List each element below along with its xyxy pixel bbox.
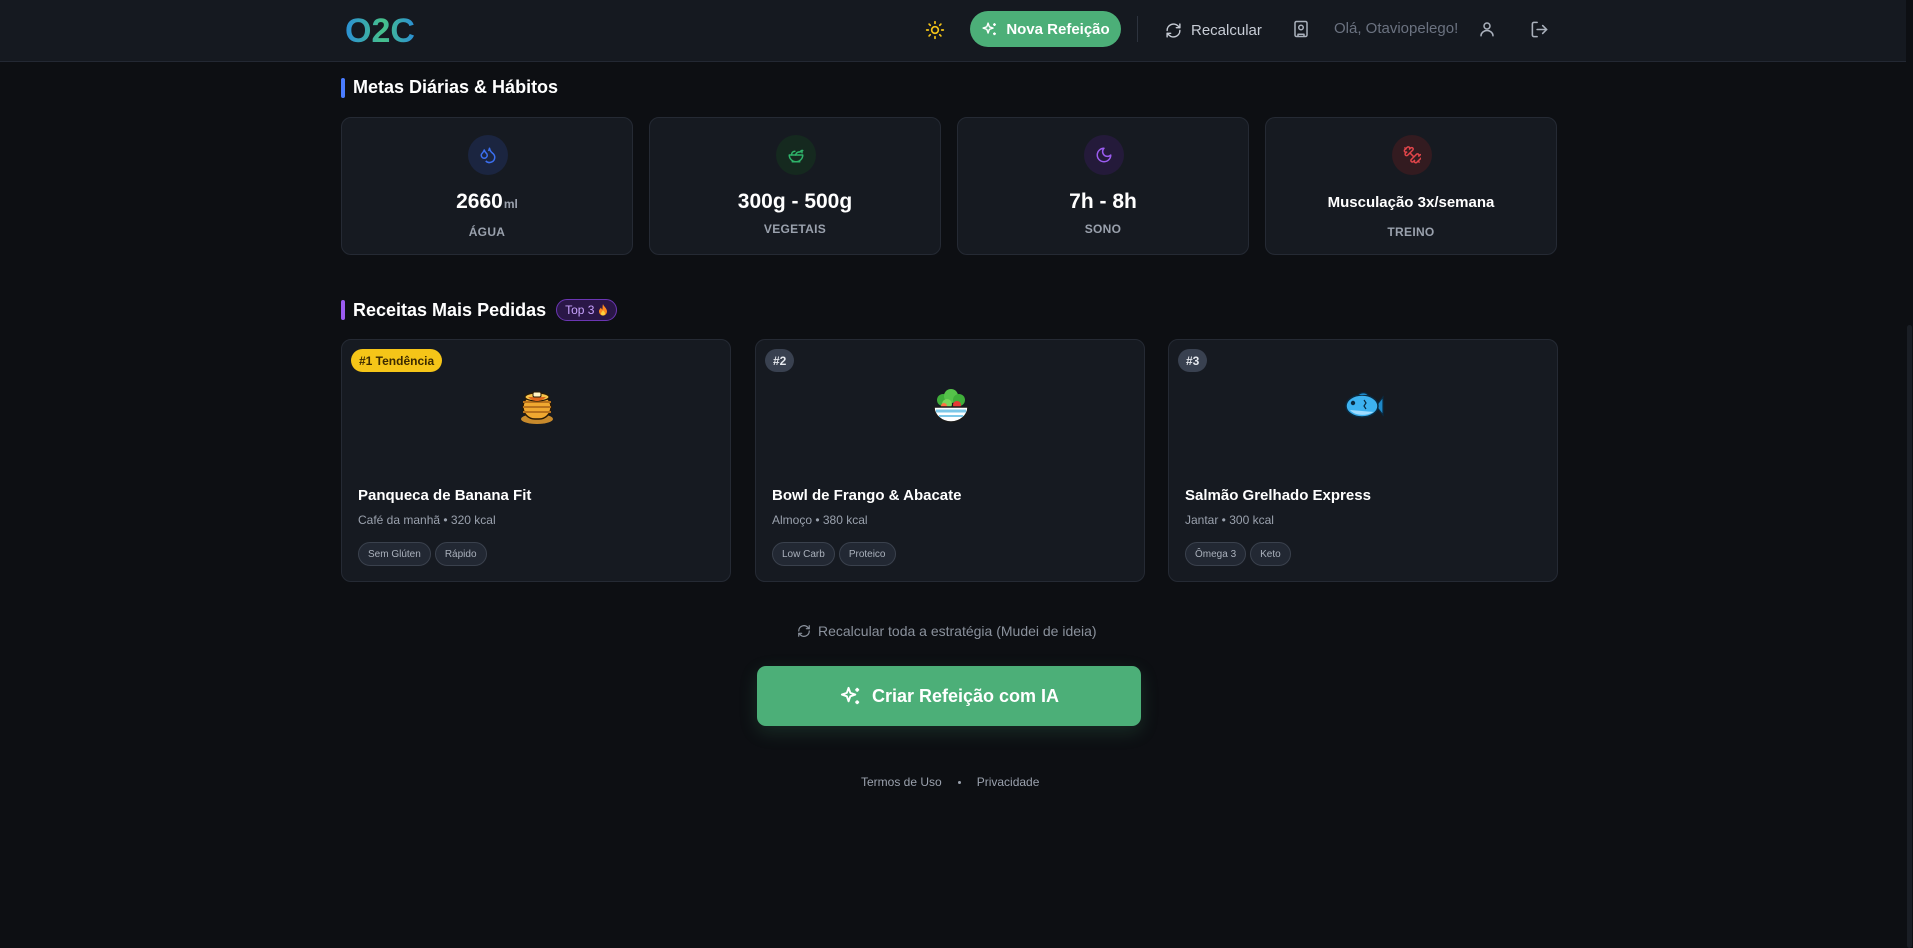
recipe-name: Panqueca de Banana Fit — [358, 487, 532, 504]
recipes-heading: Receitas Mais Pedidas Top 3 — [341, 299, 618, 321]
sparkles-icon — [840, 686, 860, 704]
recalculate-strategy-link[interactable]: Recalcular toda a estratégia (Mudei de i… — [797, 623, 1097, 639]
recipe-tags: Low Carb Proteico — [772, 542, 896, 566]
goal-card-training: Musculação 3x/semana TREINO — [1265, 117, 1557, 255]
fire-icon — [599, 304, 608, 316]
footer-separator — [957, 780, 961, 784]
footer: Termos de Uso Privacidade — [861, 775, 1039, 789]
recipe-card-2[interactable]: #2 Bowl de Frango & Abacate Almoço • 380… — [755, 339, 1145, 582]
create-meal-ai-label: Criar Refeição com IA — [871, 685, 1060, 706]
goal-label: TREINO — [1387, 225, 1435, 239]
salad-bowl-icon — [933, 389, 969, 423]
recipe-card-3[interactable]: #3 Salmão Grelhado Express Jantar • 300 … — [1168, 339, 1558, 582]
recipe-meta: Café da manhã • 320 kcal — [358, 513, 496, 527]
fish-icon — [1345, 392, 1384, 418]
recipe-meta: Jantar • 300 kcal — [1185, 513, 1274, 527]
terms-link[interactable]: Termos de Uso — [861, 775, 942, 789]
recipes-accent-bar — [341, 300, 345, 320]
recipe-tag: Ômega 3 — [1185, 542, 1247, 566]
user-greeting: Olá, Otaviopelego! — [1334, 20, 1459, 37]
recipe-tag: Rápido — [434, 542, 487, 566]
recipe-tags: Ômega 3 Keto — [1185, 542, 1291, 566]
refresh-icon — [1166, 22, 1181, 38]
goal-label: ÁGUA — [468, 225, 506, 239]
recalculate-button[interactable]: Recalcular — [1165, 17, 1262, 43]
goals-title: Metas Diárias & Hábitos — [353, 77, 559, 97]
top3-badge-label: Top 3 — [565, 303, 595, 317]
droplets-icon — [480, 147, 496, 164]
theme-toggle-button[interactable] — [922, 17, 948, 43]
rank-badge: #1 Tendência — [351, 349, 443, 372]
recipes-title: Receitas Mais Pedidas — [353, 299, 547, 320]
recipe-image — [1344, 386, 1384, 426]
goal-value: 300g - 500g — [737, 190, 853, 213]
goal-icon-wrap — [1084, 135, 1124, 175]
new-meal-label: Nova Refeição — [1006, 20, 1110, 38]
recipe-name: Salmão Grelhado Express — [1185, 487, 1371, 504]
goal-card-sleep: 7h - 8h SONO — [957, 117, 1249, 255]
recipe-tag: Proteico — [838, 542, 896, 566]
header-divider — [1137, 16, 1138, 42]
sparkles-icon — [982, 21, 997, 35]
new-meal-button[interactable]: Nova Refeição — [970, 11, 1121, 47]
goal-icon-wrap — [1392, 135, 1432, 175]
dumbbell-icon — [1403, 146, 1421, 164]
top3-badge: Top 3 — [556, 299, 618, 321]
svg-text:O2C: O2C — [345, 12, 415, 48]
goal-icon-wrap — [776, 135, 816, 175]
recipe-tag: Sem Glúten — [358, 542, 431, 566]
goal-value: 2660ml — [342, 190, 632, 214]
rank-badge: #3 — [1178, 349, 1208, 372]
recipe-name: Bowl de Frango & Abacate — [772, 487, 962, 504]
goal-label: VEGETAIS — [763, 222, 827, 236]
goals-heading: Metas Diárias & Hábitos — [341, 77, 558, 98]
salad-icon — [788, 149, 804, 163]
user-icon — [1480, 22, 1494, 37]
top-header: O2C Nova Refeição Recalcular Olá, Otavio… — [0, 0, 1906, 62]
recipe-meta: Almoço • 380 kcal — [772, 513, 868, 527]
app-logo[interactable]: O2C — [345, 12, 433, 48]
recipe-card-1[interactable]: #1 Tendência Panqueca de Banana Fit Café… — [341, 339, 731, 582]
scrollbar-thumb[interactable] — [1907, 325, 1912, 948]
sun-icon — [925, 20, 945, 40]
logo-mark: O2C — [345, 12, 415, 48]
goals-accent-bar — [341, 77, 345, 98]
recipe-image — [517, 386, 557, 426]
goal-value: Musculação 3x/semana — [1327, 194, 1495, 211]
privacy-link[interactable]: Privacidade — [977, 775, 1040, 789]
rank-badge: #2 — [765, 349, 795, 372]
recalculate-strategy-label: Recalcular toda a estratégia (Mudei de i… — [818, 623, 1097, 639]
refresh-icon — [798, 625, 810, 637]
logout-icon — [1531, 21, 1547, 37]
recipe-tag: Low Carb — [772, 542, 835, 566]
recipe-book-button[interactable] — [1290, 16, 1312, 42]
recalculate-label: Recalcular — [1191, 21, 1262, 39]
recipe-tag: Keto — [1250, 542, 1291, 566]
profile-button[interactable] — [1475, 16, 1499, 42]
recipe-tags: Sem Glúten Rápido — [358, 542, 487, 566]
goal-icon-wrap — [468, 135, 508, 175]
goal-unit: ml — [503, 197, 518, 211]
goal-value-number: 2660 — [456, 190, 503, 213]
pancakes-icon — [521, 391, 553, 424]
goal-label: SONO — [1084, 222, 1122, 236]
goal-card-vegetables: 300g - 500g VEGETAIS — [649, 117, 941, 255]
goal-value: 7h - 8h — [1069, 190, 1137, 213]
goal-card-water: 2660ml ÁGUA — [341, 117, 633, 255]
book-icon — [1294, 20, 1308, 38]
create-meal-ai-button[interactable]: Criar Refeição com IA — [757, 666, 1141, 726]
recipe-image — [931, 386, 971, 426]
logout-button[interactable] — [1527, 16, 1551, 42]
moon-icon — [1096, 147, 1112, 163]
